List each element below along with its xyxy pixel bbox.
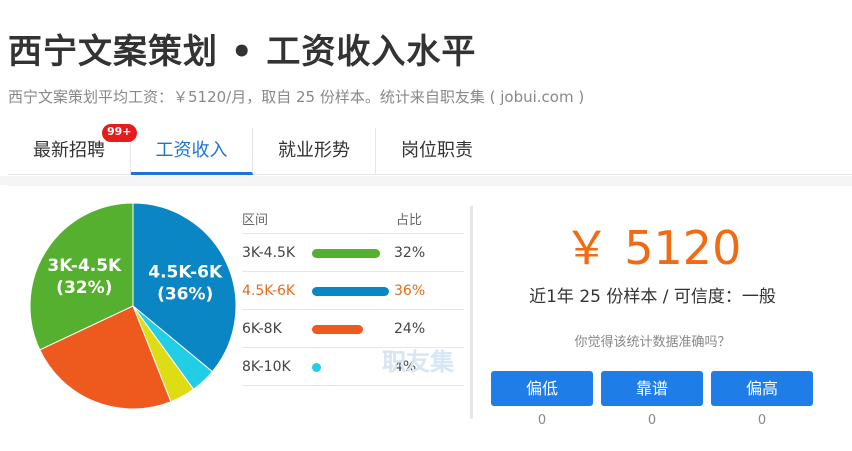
pie-slice-label: 3K-4.5K [47, 256, 122, 276]
vote-high-count: 0 [757, 413, 767, 428]
legend-bar [312, 287, 389, 296]
divider [470, 206, 473, 419]
pie-slice-percent: (32%) [56, 278, 112, 298]
page-title: 西宁文案策划 • 工资收入水平 [8, 32, 477, 72]
legend-row: 4.5K-6K 36% [242, 272, 464, 310]
vote-accurate-count: 0 [647, 413, 657, 428]
tab-label: 岗位职责 [401, 140, 473, 161]
vote-low-button[interactable]: 偏低 [491, 371, 593, 406]
tab-bar: 最新招聘 99+ 工资收入 就业形势 岗位职责 [8, 124, 852, 175]
legend-pct: 24% [394, 321, 426, 337]
legend-range: 6K-8K [242, 321, 282, 337]
vote-low-count: 0 [537, 413, 547, 428]
accuracy-question: 你觉得该统计数据准确吗？ [574, 335, 731, 350]
tab-job-duties[interactable]: 岗位职责 [376, 128, 498, 175]
legend-header-range: 区间 [242, 213, 269, 228]
average-salary: ￥ 5120 [563, 221, 742, 275]
pie-slice-label: 4.5K-6K [148, 262, 223, 282]
tab-label: 工资收入 [155, 140, 228, 161]
tab-label: 就业形势 [278, 140, 350, 161]
vote-high-button[interactable]: 偏高 [711, 371, 813, 406]
legend-range: 8K-10K [242, 359, 291, 375]
salary-panel: 4.5K-6K (36%) 3K-4.5K (32%) 区间 占比 3K-4.5K 3… [8, 185, 852, 451]
vote-accurate-button[interactable]: 靠谱 [601, 371, 703, 406]
salary-pie-chart: 4.5K-6K(36%) 3K-4.5K(32%) [29, 202, 237, 410]
section-gap [0, 176, 852, 185]
legend-range: 3K-4.5K [242, 245, 296, 261]
legend-pct: 32% [394, 245, 426, 261]
pie-slice-percent: (36%) [157, 284, 213, 304]
tab-label: 最新招聘 [33, 140, 105, 161]
tab-employment-trend[interactable]: 就业形势 [253, 128, 376, 175]
legend-row: 3K-4.5K 32% [242, 234, 464, 272]
tab-latest-jobs[interactable]: 最新招聘 99+ [8, 124, 137, 175]
legend-range: 4.5K-6K [242, 283, 296, 299]
watermark: 职友集 [382, 348, 454, 376]
legend-bar [312, 325, 363, 334]
page-subtitle: 西宁文案策划平均工资：￥5120/月，取自 25 份样本。统计来自职友集 ( j… [8, 88, 585, 106]
legend-bar [312, 363, 321, 372]
sample-info: 近1年 25 份样本 / 可信度：一般 [529, 287, 776, 307]
legend-bar [312, 249, 380, 258]
legend-pct: 36% [394, 283, 426, 299]
legend-header-pct: 占比 [396, 213, 423, 228]
tab-salary[interactable]: 工资收入 [131, 128, 253, 175]
legend-header: 区间 占比 [242, 206, 464, 234]
